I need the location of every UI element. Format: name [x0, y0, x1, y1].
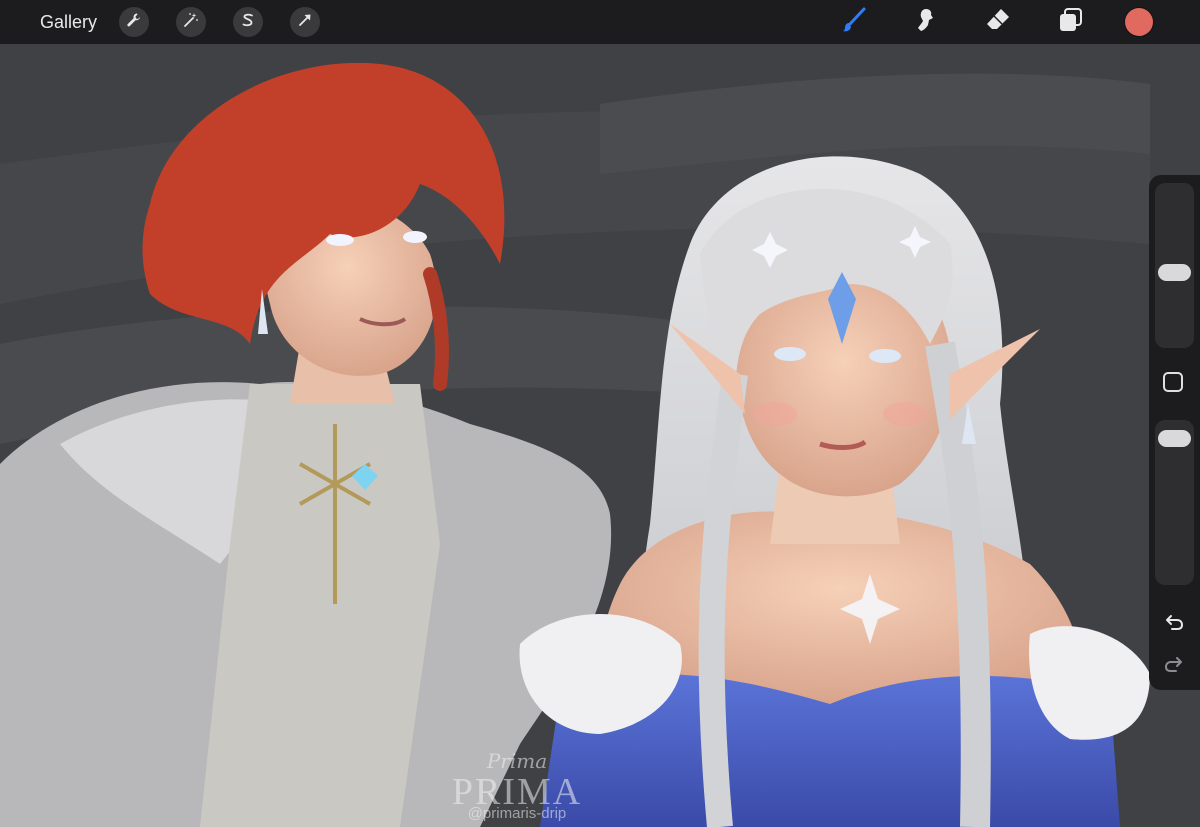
eraser-icon	[984, 6, 1012, 39]
arrow-icon	[297, 12, 313, 33]
drawing-canvas[interactable]: Prima PRIMA @primaris-drip	[0, 44, 1200, 827]
brush-tool-button[interactable]	[837, 5, 871, 39]
square-modifier-icon[interactable]	[1163, 372, 1183, 392]
magic-wand-icon	[183, 12, 199, 33]
right-tools	[837, 0, 1200, 44]
adjustments-button[interactable]	[176, 7, 207, 37]
brush-sidebar	[1149, 175, 1200, 690]
blush	[883, 402, 927, 426]
actions-button[interactable]	[119, 7, 150, 37]
undo-button[interactable]	[1162, 611, 1186, 635]
artist-watermark: Prima PRIMA @primaris-drip	[432, 749, 602, 822]
gallery-button[interactable]: Gallery	[40, 12, 97, 33]
selection-s-icon	[240, 12, 256, 33]
male-eye-left	[326, 234, 354, 246]
eraser-tool-button[interactable]	[981, 5, 1015, 39]
color-picker-button[interactable]	[1125, 8, 1153, 36]
opacity-slider[interactable]	[1155, 420, 1194, 585]
smudge-icon	[912, 6, 940, 39]
opacity-thumb[interactable]	[1158, 430, 1191, 448]
smudge-tool-button[interactable]	[909, 5, 943, 39]
wrench-icon	[126, 12, 142, 33]
transform-button[interactable]	[290, 7, 321, 37]
female-eye-right	[869, 349, 901, 363]
artwork-illustration	[0, 62, 1150, 827]
undo-icon	[1162, 615, 1186, 639]
layers-button[interactable]	[1053, 5, 1087, 39]
brush-size-thumb[interactable]	[1158, 264, 1191, 282]
blush	[753, 402, 797, 426]
redo-icon	[1162, 657, 1186, 681]
top-toolbar: Gallery	[0, 0, 1200, 44]
brush-icon	[840, 6, 868, 39]
redo-button[interactable]	[1162, 653, 1186, 677]
male-eye-right	[403, 231, 427, 243]
brush-size-slider[interactable]	[1155, 183, 1194, 348]
layers-icon	[1056, 6, 1084, 39]
watermark-signature: Prima	[486, 749, 548, 773]
selection-button[interactable]	[233, 7, 264, 37]
female-eye-left	[774, 347, 806, 361]
